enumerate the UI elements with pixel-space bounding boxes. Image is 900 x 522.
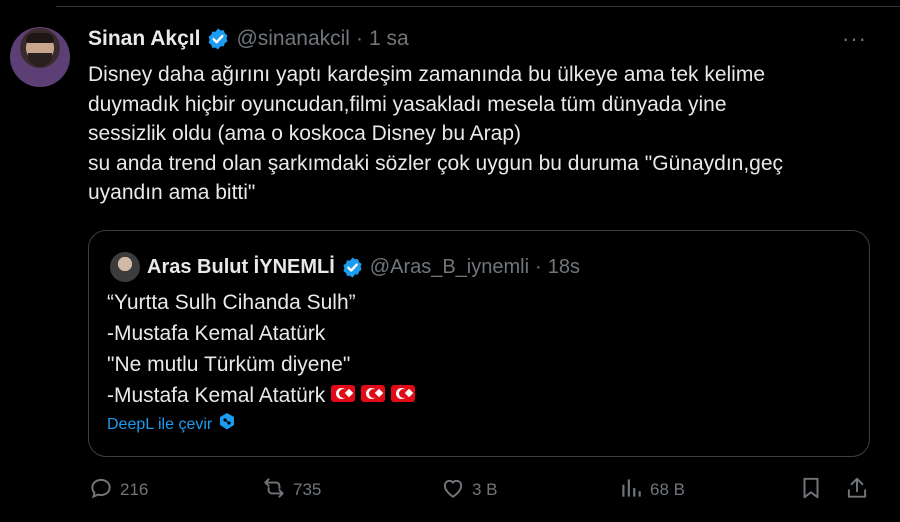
tweet-text-line: Disney daha ağırını yaptı kardeşim zaman… [88, 63, 766, 86]
quoted-text-line: “Yurtta Sulh Cihanda Sulh” [107, 291, 356, 314]
share-button[interactable] [844, 472, 876, 508]
retweet-icon [261, 475, 293, 506]
separator-dot: · [535, 255, 542, 278]
verified-badge-icon [341, 256, 364, 279]
author-name[interactable]: Sinan Akçıl [88, 27, 200, 51]
turkish-flag-icon [391, 385, 416, 402]
quoted-avatar[interactable] [110, 252, 140, 282]
heart-icon [440, 475, 472, 506]
tweet-text-line: su anda trend olan şarkımdaki sözler çok… [88, 151, 784, 175]
quoted-text-line-with-flags: -Mustafa Kemal Atatürk [107, 380, 416, 411]
tweet-text-line: duymadık hiçbir oyuncudan,filmi yasaklad… [88, 92, 727, 116]
quoted-text-line: -Mustafa Kemal Atatürk [107, 384, 326, 407]
quoted-text-line: "Ne mutlu Türküm diyene" [107, 353, 351, 376]
reply-count: 216 [120, 480, 149, 499]
tweet-text-line: sessizlik oldu (ama o koskoca Disney bu … [88, 122, 522, 145]
reply-button[interactable]: 216 [88, 472, 148, 508]
avatar-hair [26, 33, 54, 43]
like-count: 3 B [472, 480, 498, 499]
verified-badge-icon [206, 27, 230, 51]
retweet-count: 735 [293, 480, 322, 499]
views-button[interactable]: 68 B [618, 472, 685, 508]
more-options-icon[interactable]: ··· [842, 26, 867, 52]
tweet-actions: 216 735 3 B 68 B [88, 472, 878, 508]
separator-dot: · [355, 27, 363, 50]
quoted-text-line: -Mustafa Kemal Atatürk [107, 322, 326, 345]
quoted-tweet[interactable]: Aras Bulut İYNEMLİ @Aras_B_iynemli · 18s… [88, 230, 870, 457]
views-chart-icon [618, 475, 650, 506]
tweet-timestamp[interactable]: 1 sa [369, 27, 409, 51]
retweet-button[interactable]: 735 [261, 472, 321, 508]
avatar[interactable] [10, 27, 70, 87]
quoted-tweet-text: “Yurtta Sulh Cihanda Sulh” -Mustafa Kema… [107, 287, 416, 411]
share-icon [844, 475, 876, 506]
like-button[interactable]: 3 B [440, 472, 498, 508]
timeline-divider [56, 0, 900, 7]
tweet-text-line: uyandın ama bitti" [88, 181, 256, 204]
turkish-flag-icon [361, 385, 386, 402]
translate-label[interactable]: DeepL ile çevir [107, 416, 212, 434]
turkish-flag-icon [331, 385, 356, 402]
quoted-author-name[interactable]: Aras Bulut İYNEMLİ [147, 256, 335, 279]
author-handle[interactable]: @sinanakcil [236, 27, 350, 51]
avatar-beard [28, 53, 52, 67]
quoted-author-handle[interactable]: @Aras_B_iynemli [370, 256, 529, 279]
deepl-icon [218, 412, 236, 437]
tweet-text: Disney daha ağırını yaptı kardeşim zaman… [88, 60, 878, 208]
bookmark-icon [798, 475, 830, 506]
views-count: 68 B [650, 480, 685, 499]
quoted-tweet-timestamp[interactable]: 18s [548, 256, 580, 279]
translate-link[interactable]: DeepL ile çevir [107, 412, 236, 437]
flag-group [325, 380, 416, 411]
reply-icon [88, 475, 120, 506]
quoted-tweet-header: Aras Bulut İYNEMLİ @Aras_B_iynemli · 18s [147, 251, 580, 283]
bookmark-button[interactable] [798, 472, 830, 508]
tweet-header: Sinan Akçıl @sinanakcil · 1 sa [88, 24, 880, 54]
